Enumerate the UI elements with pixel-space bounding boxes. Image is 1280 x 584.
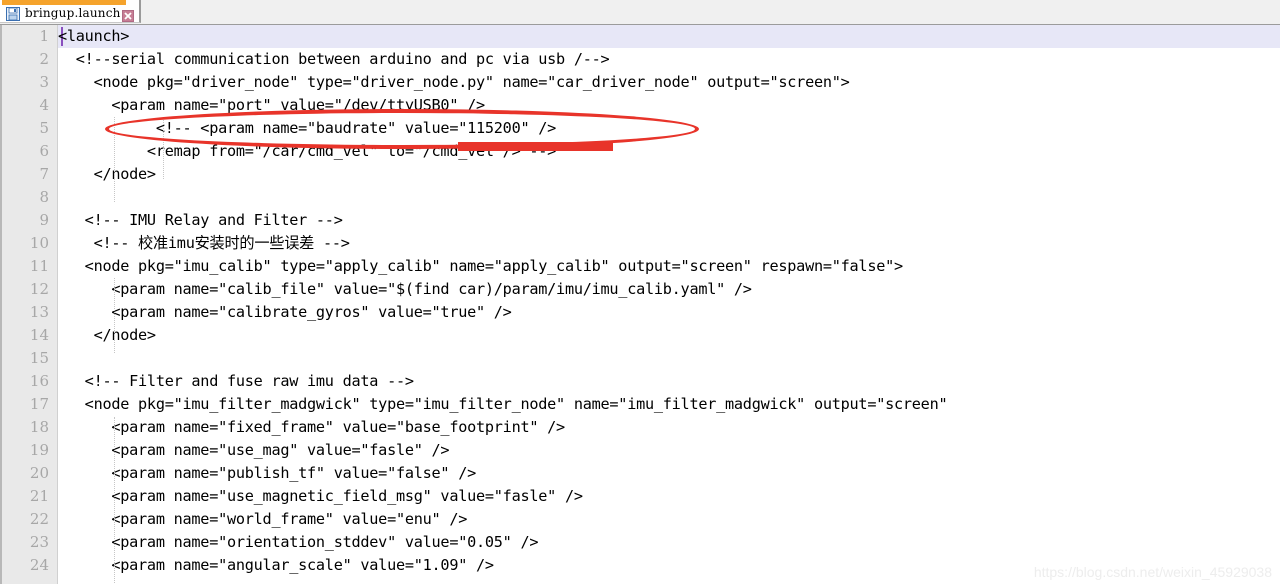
line-number: 24 [29,556,49,574]
code-line[interactable]: </node> [58,324,157,347]
line-number: 4 [39,96,49,114]
code-line[interactable]: <param name="calibrate_gyros" value="tru… [58,301,511,324]
close-x-icon[interactable] [121,7,134,22]
line-number: 22 [29,510,49,528]
tab-bar: bringup.launch [0,0,1280,24]
line-number: 2 [39,50,49,68]
floppy-disk-save-icon [6,6,20,21]
line-number: 15 [29,349,49,367]
line-number: 19 [29,441,49,459]
code-line[interactable]: <!-- 校准imu安装时的一些误差 --> [58,232,350,255]
line-number: 8 [39,188,49,206]
line-number: 3 [39,73,49,91]
csdn-watermark: https://blog.csdn.net/weixin_45929038 [1033,564,1272,580]
indent-guide [114,278,116,353]
code-line[interactable]: <param name="use_mag" value="fasle" /> [58,439,449,462]
code-line[interactable]: <launch> [58,25,129,48]
line-number: 6 [39,142,49,160]
line-number: 11 [29,257,49,275]
code-line[interactable]: <param name="orientation_stddev" value="… [58,531,538,554]
code-line[interactable]: </node> [58,163,157,186]
red-underline-annotation [458,142,613,151]
code-line[interactable]: <param name="fixed_frame" value="base_fo… [58,416,565,439]
code-line[interactable]: <param name="world_frame" value="enu" /> [58,508,467,531]
indent-guide [114,117,116,202]
code-line[interactable]: <!-- IMU Relay and Filter --> [58,209,343,232]
code-line[interactable]: <!-- <param name="baudrate" value="11520… [58,117,556,140]
gutter-left-edge [0,25,2,584]
line-number: 20 [29,464,49,482]
line-number: 9 [39,211,49,229]
line-number: 13 [29,303,49,321]
indent-guide [114,417,116,584]
line-number: 12 [29,280,49,298]
code-editor[interactable]: 1 2 3 4 5 6 7 8 9 10 11 12 13 14 15 16 17 18 19 20 21 22 23 24 … [0,24,1280,584]
code-line[interactable]: <!-- Filter and fuse raw imu data --> [58,370,414,393]
line-number: 18 [29,418,49,436]
tab-active-accent-bar [2,0,126,5]
current-line-highlight [58,25,1280,48]
code-content-area[interactable]: <launch> <!--serial communication betwee… [58,25,1280,584]
line-number: 1 [39,27,49,45]
code-line[interactable]: <param name="angular_scale" value="1.09"… [58,554,494,577]
code-line[interactable]: <param name="publish_tf" value="false" /… [58,462,476,485]
line-number: 10 [29,234,49,252]
line-number: 7 [39,165,49,183]
code-line[interactable]: <!--serial communication between arduino… [58,48,610,71]
code-line[interactable]: <node pkg="imu_calib" type="apply_calib"… [58,255,903,278]
line-number: 17 [29,395,49,413]
code-line[interactable]: <node pkg="imu_filter_madgwick" type="im… [58,393,948,416]
code-line[interactable]: <node pkg="driver_node" type="driver_nod… [58,71,850,94]
code-line[interactable]: <param name="port" value="/dev/ttyUSB0" … [58,94,485,117]
tab-title: bringup.launch [25,6,121,20]
line-number: 23 [29,533,49,551]
line-number-gutter: 1 2 3 4 5 6 7 8 9 10 11 12 13 14 15 16 17 18 19 20 21 22 23 24 [0,25,58,584]
line-number: 16 [29,372,49,390]
line-number: 21 [29,487,49,505]
code-line[interactable]: <param name="use_magnetic_field_msg" val… [58,485,583,508]
indent-guide [163,117,165,179]
line-number: 5 [39,119,49,137]
code-line[interactable]: <param name="calib_file" value="$(find c… [58,278,752,301]
line-number: 14 [29,326,49,344]
